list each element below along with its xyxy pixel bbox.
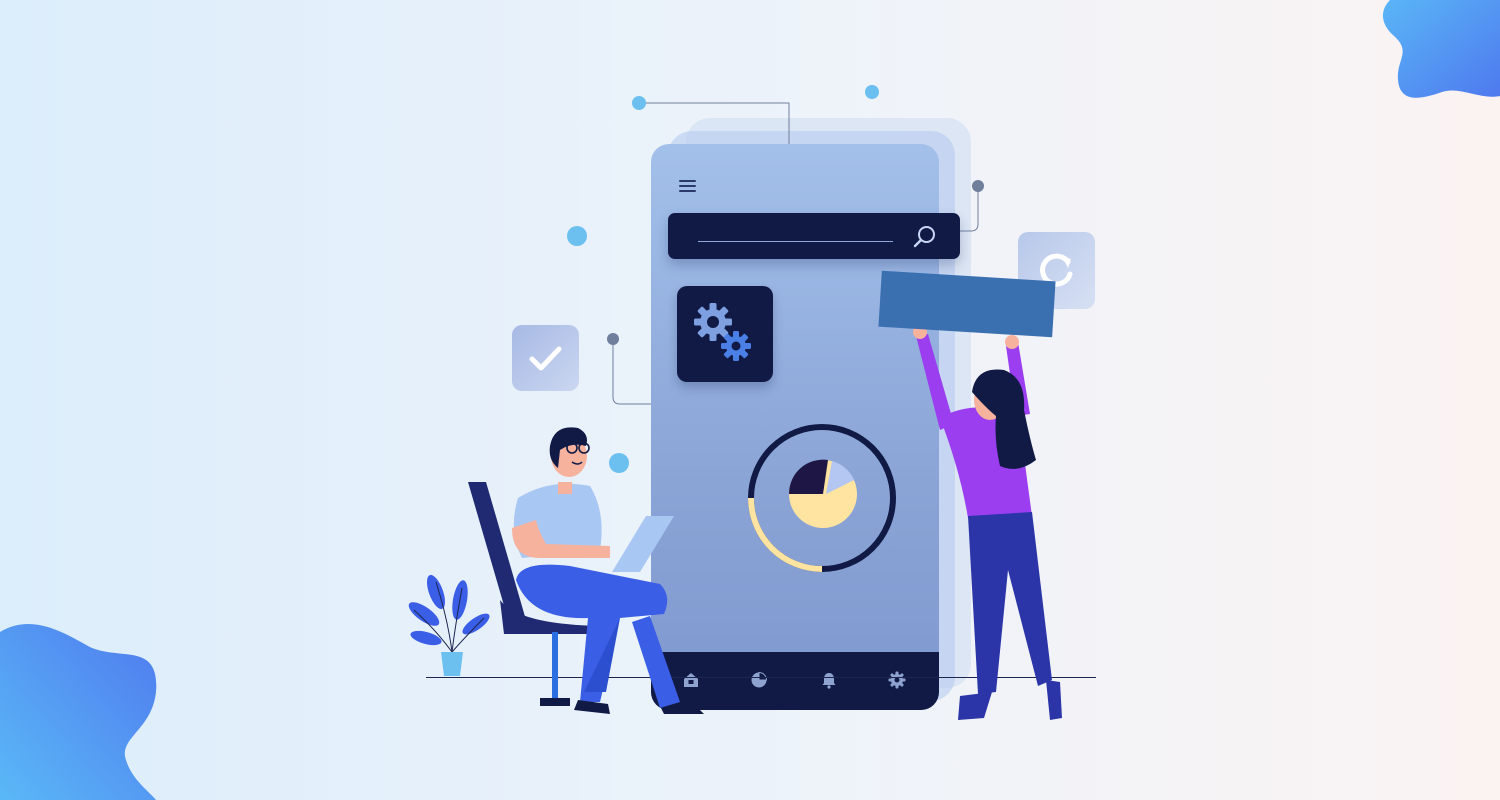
settings-tile[interactable] [677,286,773,382]
search-input[interactable] [698,241,893,242]
woman-holding-panel [913,325,1062,720]
gears-icon [694,303,751,361]
illustration-canvas [0,0,1500,800]
bell-icon[interactable] [819,670,839,690]
man-with-laptop-seated [468,427,704,714]
decor-dot [567,226,587,246]
hamburger-menu-icon[interactable] [679,180,696,192]
search-icon[interactable] [912,223,938,249]
checkmark-icon [529,346,562,371]
pie-chart-icon[interactable] [749,670,769,690]
held-panel [878,270,1056,338]
decor-dot [865,85,879,99]
pie-chart-widget [748,424,896,572]
search-bar[interactable] [668,213,960,259]
checkmark-tile[interactable] [512,325,579,391]
